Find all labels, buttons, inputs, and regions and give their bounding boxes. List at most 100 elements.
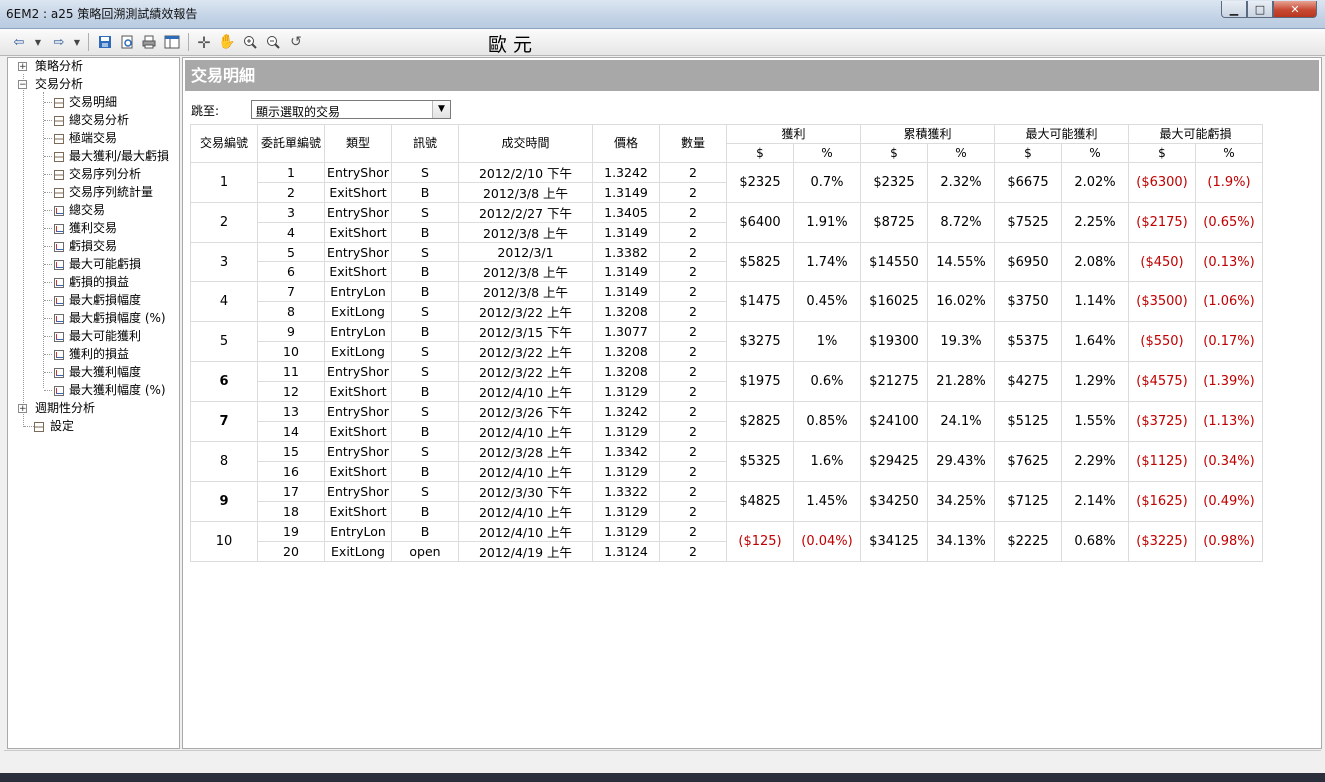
tree-node-label: 獲利交易 bbox=[69, 221, 118, 235]
save-icon[interactable] bbox=[96, 33, 114, 51]
table-row: 8 15 EntryShor S 2012/3/28 上午 1.3342 2 $5325 1.6… bbox=[190, 441, 1263, 482]
taskbar-strip bbox=[0, 773, 1325, 782]
order-type-cell: EntryLon bbox=[324, 521, 392, 542]
signal-cell: S bbox=[391, 162, 459, 183]
order-number-cell: 3 bbox=[257, 202, 325, 223]
signal-cell: S bbox=[391, 301, 459, 322]
expand-icon[interactable]: + bbox=[18, 404, 27, 414]
preview-icon[interactable] bbox=[118, 33, 136, 51]
subheader-dollar: $ bbox=[726, 143, 794, 163]
order-number-cell: 2 bbox=[257, 182, 325, 203]
tree-node-label: 極端交易 bbox=[69, 131, 118, 145]
max-loss-dollar-cell: ($4575) bbox=[1128, 361, 1196, 402]
cum-profit-dollar-cell: $29425 bbox=[860, 441, 928, 482]
chart-icon bbox=[54, 350, 64, 360]
chart-icon bbox=[54, 242, 64, 252]
order-number-cell: 11 bbox=[257, 361, 325, 382]
trade-number-cell: 4 bbox=[190, 281, 258, 322]
forward-dropdown-icon[interactable]: ▼ bbox=[72, 33, 82, 51]
max-loss-dollar-cell: ($3500) bbox=[1128, 281, 1196, 322]
tree-guide-line bbox=[23, 74, 24, 427]
fill-time-cell: 2012/2/10 下午 bbox=[458, 162, 593, 183]
report-window: 6EM2 : a25 策略回溯測試績效報告 ▁ □ ✕ ⇦ ▼ ⇨ ▼ ✛ ✋ bbox=[0, 0, 1325, 782]
price-cell: 1.3405 bbox=[592, 202, 660, 223]
max-loss-dollar-cell: ($1125) bbox=[1128, 441, 1196, 482]
max-loss-dollar-cell: ($2175) bbox=[1128, 202, 1196, 243]
cum-profit-percent-cell: 2.32% bbox=[927, 162, 995, 203]
refresh-icon[interactable]: ↺ bbox=[287, 33, 305, 51]
section-title: 交易明細 bbox=[185, 60, 1319, 91]
fill-time-cell: 2012/3/28 上午 bbox=[458, 441, 593, 462]
order-number-cell: 18 bbox=[257, 501, 325, 522]
profit-dollar-cell: $1975 bbox=[726, 361, 794, 402]
max-profit-percent-cell: 1.64% bbox=[1061, 321, 1129, 362]
cum-profit-percent-cell: 14.55% bbox=[927, 242, 995, 282]
goto-dropdown[interactable]: 顯示選取的交易 ▼ bbox=[251, 100, 451, 119]
order-number-cell: 7 bbox=[257, 281, 325, 302]
fill-time-cell: 2012/3/22 上午 bbox=[458, 341, 593, 362]
column-header-profit: 獲利 bbox=[726, 124, 861, 144]
chart-icon bbox=[54, 368, 64, 378]
order-type-cell: ExitShort bbox=[324, 381, 392, 402]
tree-node-label: 交易序列統計量 bbox=[69, 185, 154, 199]
fill-time-cell: 2012/3/22 上午 bbox=[458, 361, 593, 382]
quantity-cell: 2 bbox=[659, 281, 727, 302]
fill-time-cell: 2012/2/27 下午 bbox=[458, 202, 593, 223]
tree-node-label: 虧損的損益 bbox=[69, 275, 130, 289]
crosshair-icon[interactable]: ✛ bbox=[195, 33, 213, 52]
price-cell: 1.3149 bbox=[592, 182, 660, 203]
expand-icon[interactable]: + bbox=[18, 62, 27, 72]
order-number-cell: 12 bbox=[257, 381, 325, 402]
table-row: 10 19 EntryLon B 2012/4/10 上午 1.3129 2 ($125) (0… bbox=[190, 521, 1263, 562]
profit-dollar-cell: $1475 bbox=[726, 281, 794, 322]
layout-icon[interactable] bbox=[163, 33, 181, 51]
quantity-cell: 2 bbox=[659, 441, 727, 462]
tree-guide-line bbox=[44, 300, 52, 301]
minimize-button[interactable]: ▁ bbox=[1221, 1, 1247, 18]
back-icon[interactable]: ⇦ bbox=[10, 33, 28, 51]
tree-guide-line bbox=[44, 210, 52, 211]
subheader-dollar: $ bbox=[994, 143, 1062, 163]
price-cell: 1.3342 bbox=[592, 441, 660, 462]
tree-guide-line bbox=[44, 372, 52, 373]
max-profit-dollar-cell: $6950 bbox=[994, 242, 1062, 282]
subheader-percent: % bbox=[1195, 143, 1263, 163]
chevron-down-icon[interactable]: ▼ bbox=[432, 101, 450, 118]
print-icon[interactable] bbox=[140, 33, 158, 51]
price-cell: 1.3129 bbox=[592, 521, 660, 542]
status-bar bbox=[4, 750, 1321, 773]
order-number-cell: 10 bbox=[257, 341, 325, 362]
tree-guide-line bbox=[44, 102, 52, 103]
tree-guide-line bbox=[44, 390, 52, 391]
trade-number-cell: 5 bbox=[190, 321, 258, 362]
table-row: 4 7 EntryLon B 2012/3/8 上午 1.3149 2 $1475 0.45% $… bbox=[190, 281, 1263, 322]
column-header-time: 成交時間 bbox=[458, 124, 593, 163]
fill-time-cell: 2012/3/30 下午 bbox=[458, 481, 593, 502]
order-number-cell: 4 bbox=[257, 222, 325, 243]
max-profit-percent-cell: 1.29% bbox=[1061, 361, 1129, 402]
cum-profit-percent-cell: 8.72% bbox=[927, 202, 995, 243]
order-type-cell: ExitLong bbox=[324, 341, 392, 362]
maximize-button[interactable]: □ bbox=[1247, 1, 1273, 18]
forward-icon[interactable]: ⇨ bbox=[50, 33, 68, 51]
hand-icon[interactable]: ✋ bbox=[218, 33, 236, 51]
tree-node-label: 最大虧損幅度 (%) bbox=[69, 311, 166, 325]
max-profit-percent-cell: 2.29% bbox=[1061, 441, 1129, 482]
table-icon bbox=[34, 422, 44, 432]
subheader-dollar: $ bbox=[860, 143, 928, 163]
table-icon bbox=[54, 134, 64, 144]
collapse-icon[interactable]: − bbox=[18, 80, 27, 90]
signal-cell: S bbox=[391, 202, 459, 223]
tree-node-label: 最大獲利/最大虧損 bbox=[69, 149, 170, 163]
tree-guide-line bbox=[44, 228, 52, 229]
fill-time-cell: 2012/3/15 下午 bbox=[458, 321, 593, 342]
trade-number-cell: 6 bbox=[190, 361, 258, 402]
back-dropdown-icon[interactable]: ▼ bbox=[33, 33, 43, 51]
zoom-in-icon[interactable] bbox=[241, 33, 259, 51]
table-icon bbox=[54, 188, 64, 198]
close-button[interactable]: ✕ bbox=[1273, 1, 1317, 18]
profit-dollar-cell: $3275 bbox=[726, 321, 794, 362]
zoom-out-icon[interactable] bbox=[264, 33, 282, 51]
quantity-cell: 2 bbox=[659, 341, 727, 362]
tree-node-label: 最大可能虧損 bbox=[69, 257, 142, 271]
